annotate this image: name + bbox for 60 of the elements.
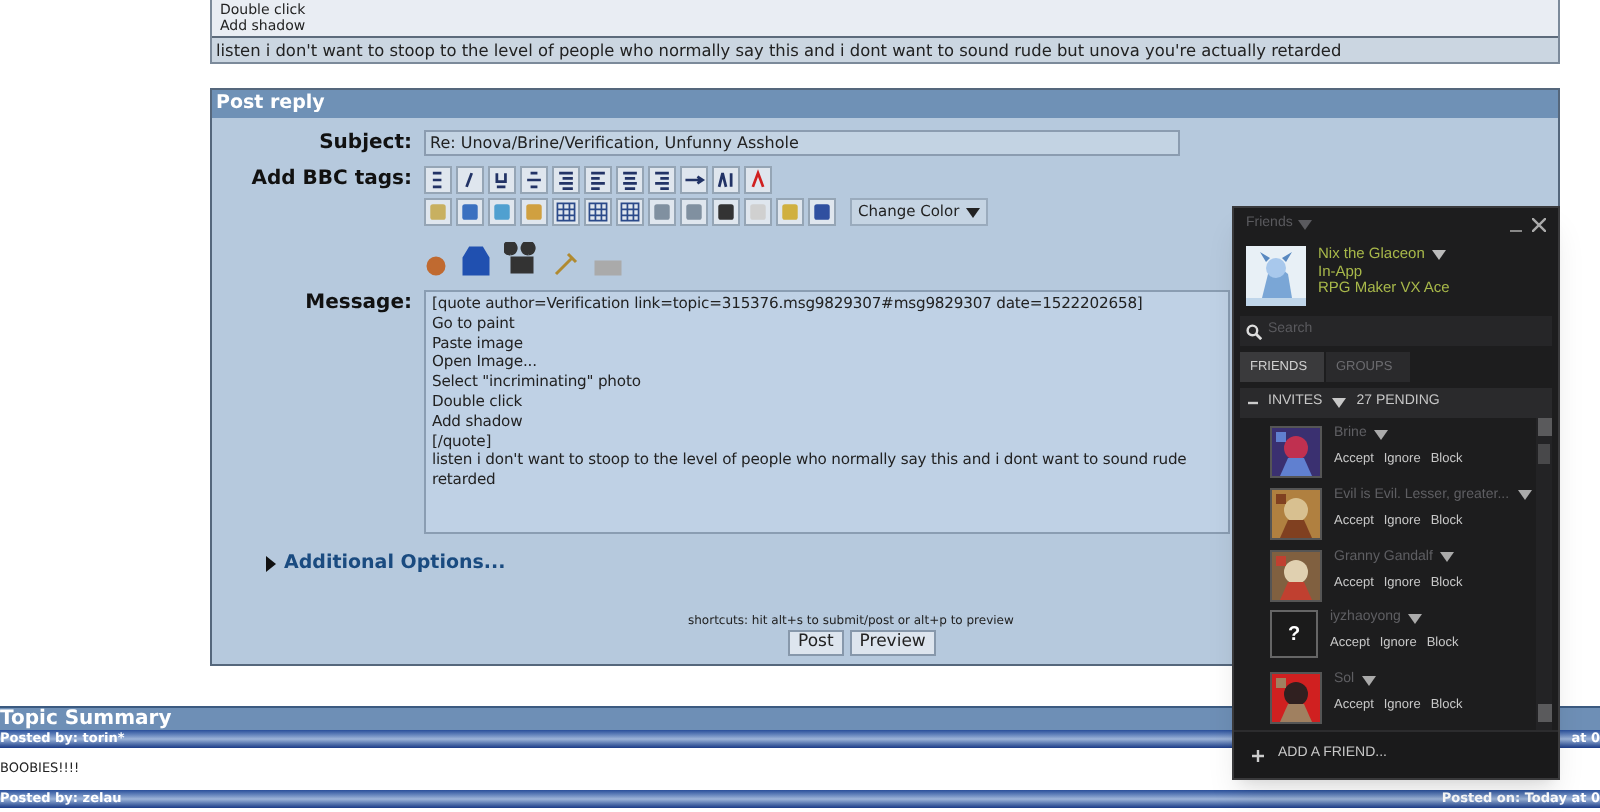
format-icon <box>618 200 642 224</box>
plus-icon <box>1252 749 1264 761</box>
format-button[interactable] <box>680 166 708 194</box>
caret-icon[interactable] <box>1432 249 1447 260</box>
caret-icon <box>965 207 980 217</box>
default-avatar: ? <box>1270 610 1318 659</box>
scrollbar[interactable] <box>1536 418 1552 730</box>
caret-icon[interactable] <box>1374 429 1389 439</box>
format-icon <box>714 168 738 192</box>
caret-icon[interactable] <box>1408 613 1423 624</box>
format-icon <box>650 168 674 192</box>
format-icon <box>586 168 610 192</box>
caret-icon[interactable] <box>1440 552 1455 563</box>
format-button[interactable] <box>520 166 548 194</box>
expand-icon <box>266 556 276 573</box>
format-button[interactable] <box>744 166 772 194</box>
caret-icon[interactable] <box>1517 490 1532 501</box>
format-icon <box>714 200 738 224</box>
format-icon <box>778 200 802 224</box>
format-button[interactable] <box>584 198 612 226</box>
format-button[interactable] <box>552 166 580 194</box>
format-icon <box>810 200 834 224</box>
format-icon <box>426 200 450 224</box>
format-icon <box>746 200 770 224</box>
format-icon <box>554 200 578 224</box>
caret-icon <box>1298 220 1313 230</box>
format-button[interactable] <box>808 198 836 226</box>
format-button[interactable] <box>712 166 740 194</box>
search-icon <box>1246 323 1262 339</box>
format-icon <box>618 168 642 192</box>
field-label: Add BBC tags: <box>249 166 412 194</box>
format-icon <box>650 200 674 224</box>
post-text: listen i don't want to stoop to the level of people who normally say this and i dont want to sound rude but unova you're actually retarded <box>212 38 1558 62</box>
format-button[interactable] <box>552 198 580 226</box>
format-button[interactable] <box>616 198 644 226</box>
format-button[interactable] <box>424 166 452 194</box>
format-button[interactable] <box>584 166 612 194</box>
subject-field[interactable]: Re: Unova/Brine/Verification, Unfunny Asshole <box>424 130 1180 156</box>
close-icon[interactable] <box>1532 218 1546 232</box>
caret-icon[interactable] <box>1362 675 1377 686</box>
format-icon <box>522 168 546 192</box>
format-icon <box>682 200 706 224</box>
format-icon <box>554 168 578 192</box>
format-button[interactable] <box>488 166 516 194</box>
format-button[interactable] <box>456 166 484 194</box>
format-button[interactable] <box>616 166 644 194</box>
panel-header: Post reply <box>212 90 1558 118</box>
form-button[interactable]: Post <box>788 630 844 657</box>
additional-options-link[interactable]: Additional Options... <box>266 550 506 579</box>
form-button[interactable]: Preview <box>849 630 936 657</box>
caret-icon[interactable] <box>1332 398 1347 408</box>
format-icon <box>458 200 482 224</box>
format-icon <box>586 200 610 224</box>
format-icon <box>746 168 770 192</box>
format-button[interactable] <box>648 166 676 194</box>
format-button[interactable] <box>712 198 740 226</box>
field-label: Message: <box>303 290 412 318</box>
format-icon <box>522 200 546 224</box>
format-icon <box>490 200 514 224</box>
field-label: Subject: <box>317 130 412 156</box>
